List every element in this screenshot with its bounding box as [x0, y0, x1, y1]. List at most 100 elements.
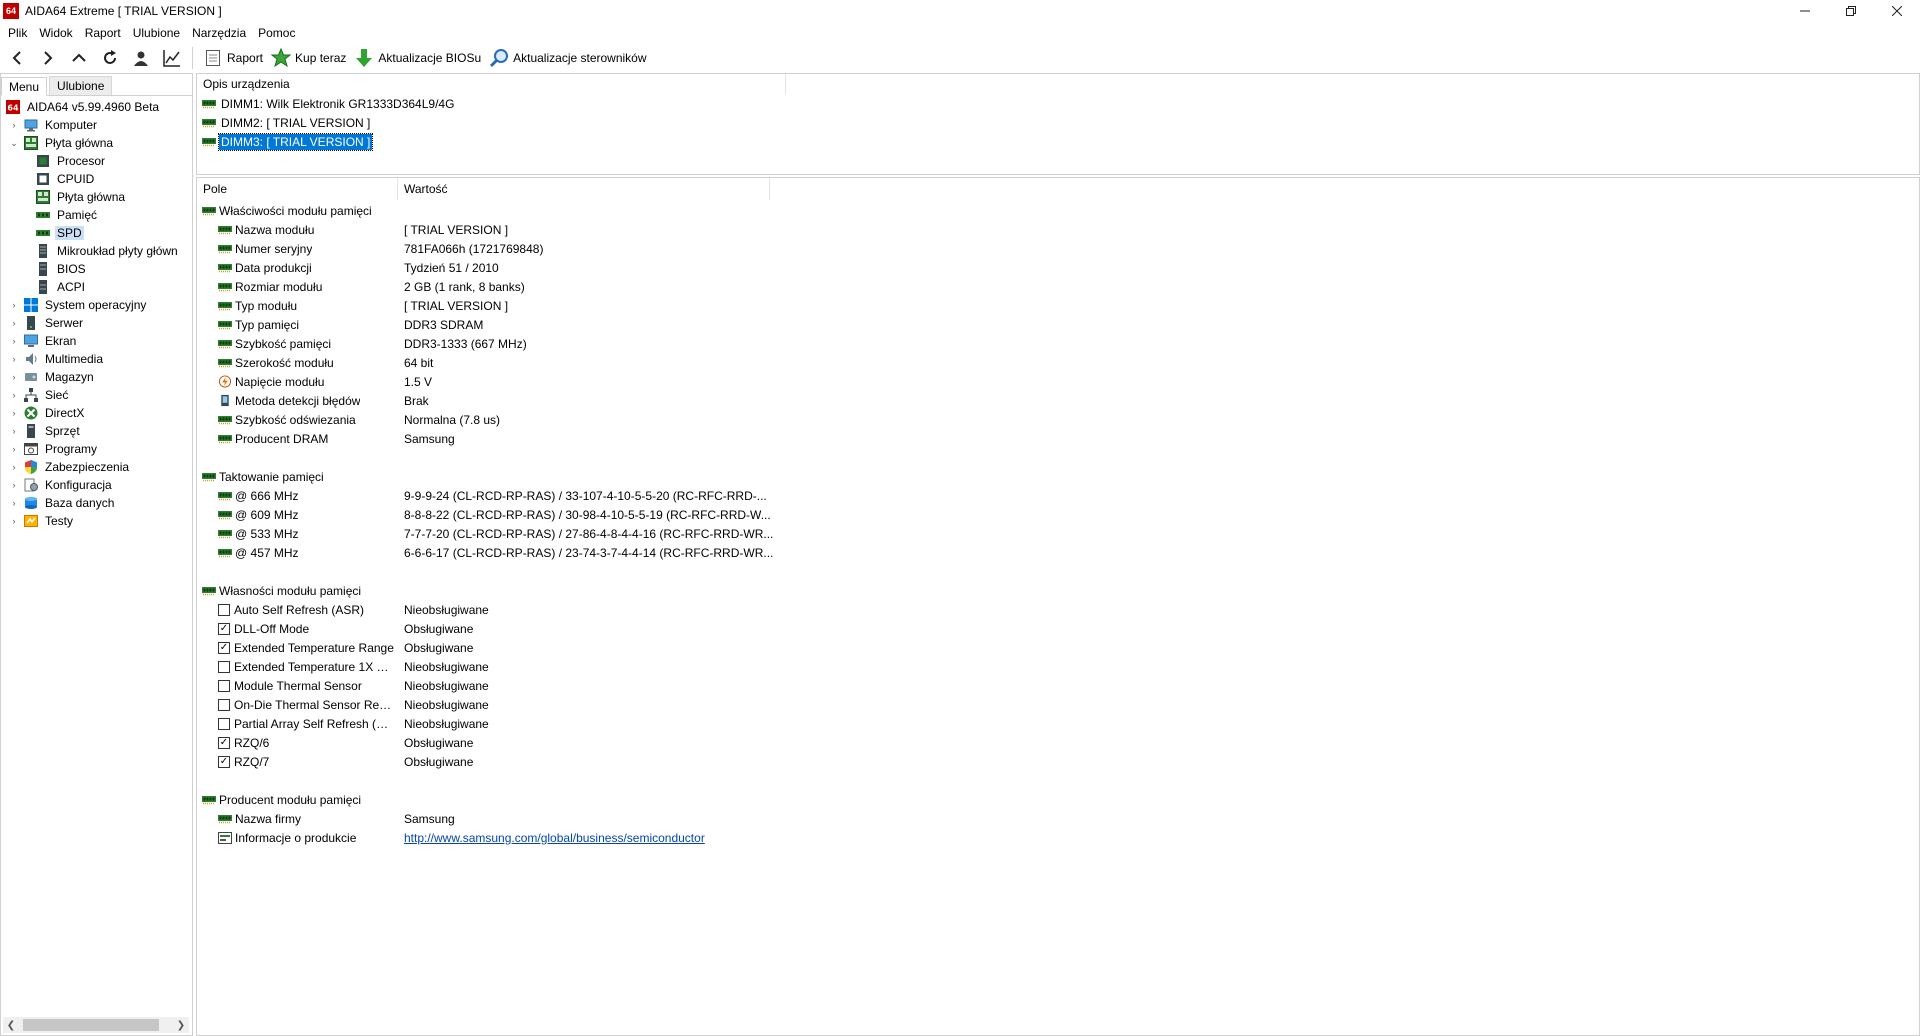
- tab-menu[interactable]: Menu: [1, 77, 48, 96]
- detail-row[interactable]: Szybkość odświezania Normalna (7.8 us): [197, 410, 1919, 429]
- expand-chevron-icon[interactable]: ›: [8, 317, 20, 329]
- tree-item-konfiguracja[interactable]: › Konfiguracja: [1, 476, 192, 494]
- menu-ulubione[interactable]: Ulubione: [127, 26, 186, 40]
- detail-row[interactable]: Typ pamięci DDR3 SDRAM: [197, 315, 1919, 334]
- detail-row[interactable]: Module Thermal Sensor Nieobsługiwane: [197, 676, 1919, 695]
- tree-item-testy[interactable]: › Testy: [1, 512, 192, 530]
- detail-row[interactable]: ✓ RZQ/6 Obsługiwane: [197, 733, 1919, 752]
- tree-item-acpi[interactable]: ACPI: [1, 278, 192, 296]
- detail-row[interactable]: ✓ Extended Temperature Range Obsługiwane: [197, 638, 1919, 657]
- expand-chevron-icon[interactable]: ›: [8, 335, 20, 347]
- detail-row[interactable]: Nazwa firmy Samsung: [197, 809, 1919, 828]
- detail-row[interactable]: On-Die Thermal Sensor Rea... Nieobsługiwa…: [197, 695, 1919, 714]
- user-button[interactable]: [127, 44, 155, 72]
- device-item-dimm2[interactable]: DIMM2: [ TRIAL VERSION ]: [197, 113, 1919, 132]
- tree-item-mikrouklad-plyty-glown[interactable]: Mikroukład płyty główn: [1, 242, 192, 260]
- tree-item-spd[interactable]: SPD: [1, 224, 192, 242]
- expand-chevron-icon[interactable]: ›: [8, 425, 20, 437]
- section-header[interactable]: Producent modułu pamięci: [197, 790, 1919, 809]
- expand-chevron-icon[interactable]: ›: [8, 515, 20, 527]
- tree-item-procesor[interactable]: Procesor: [1, 152, 192, 170]
- section-header[interactable]: Właściwości modułu pamięci: [197, 201, 1919, 220]
- tree-item-zabezpieczenia[interactable]: › Zabezpieczenia: [1, 458, 192, 476]
- expand-chevron-icon[interactable]: ›: [8, 353, 20, 365]
- scrollbar-thumb[interactable]: [23, 1019, 159, 1031]
- minimize-button[interactable]: [1782, 0, 1828, 22]
- bios-update-button[interactable]: Aktualizacje BIOSu: [352, 44, 487, 72]
- tree-item-system-operacyjny[interactable]: › System operacyjny: [1, 296, 192, 314]
- tree-item-plyta-glowna[interactable]: ⌄ Płyta główna: [1, 134, 192, 152]
- expand-chevron-icon[interactable]: ›: [8, 407, 20, 419]
- detail-row[interactable]: @ 533 MHz 7-7-7-20 (CL-RCD-RP-RAS) / 27-8…: [197, 524, 1919, 543]
- menu-pomoc[interactable]: Pomoc: [252, 26, 301, 40]
- section-header[interactable]: Własności modułu pamięci: [197, 581, 1919, 600]
- detail-row[interactable]: Auto Self Refresh (ASR) Nieobsługiwane: [197, 600, 1919, 619]
- tree-item-serwer[interactable]: › Serwer: [1, 314, 192, 332]
- detail-row[interactable]: Numer seryjny 781FA066h (1721769848): [197, 239, 1919, 258]
- refresh-button[interactable]: [96, 44, 124, 72]
- tree-item-siec[interactable]: › Sieć: [1, 386, 192, 404]
- detail-row[interactable]: ✓ RZQ/7 Obsługiwane: [197, 752, 1919, 771]
- detail-row[interactable]: Partial Array Self Refresh (PA... Nieobsł…: [197, 714, 1919, 733]
- menu-narzedzia[interactable]: Narzędzia: [186, 26, 252, 40]
- back-button[interactable]: [3, 44, 31, 72]
- restore-button[interactable]: [1828, 0, 1874, 22]
- tree-item-magazyn[interactable]: › Magazyn: [1, 368, 192, 386]
- detail-row[interactable]: Producent DRAM Samsung: [197, 429, 1919, 448]
- tree-item-pamiec[interactable]: Pamięć: [1, 206, 192, 224]
- expand-chevron-icon[interactable]: ›: [8, 479, 20, 491]
- expand-chevron-icon[interactable]: ›: [8, 497, 20, 509]
- detail-row[interactable]: @ 666 MHz 9-9-9-24 (CL-RCD-RP-RAS) / 33-1…: [197, 486, 1919, 505]
- detail-row[interactable]: Napięcie modułu 1.5 V: [197, 372, 1919, 391]
- collapse-chevron-icon[interactable]: ⌄: [8, 137, 20, 149]
- expand-chevron-icon[interactable]: ›: [8, 389, 20, 401]
- detail-row[interactable]: @ 457 MHz 6-6-6-17 (CL-RCD-RP-RAS) / 23-7…: [197, 543, 1919, 562]
- detail-row[interactable]: Data produkcji Tydzień 51 / 2010: [197, 258, 1919, 277]
- device-item-dimm1[interactable]: DIMM1: Wilk Elektronik GR1333D364L9/4G: [197, 94, 1919, 113]
- device-item-dimm3[interactable]: DIMM3: [ TRIAL VERSION ]: [197, 132, 1919, 151]
- value-column-header[interactable]: Wartość: [398, 178, 770, 200]
- tree-item-bios[interactable]: BIOS: [1, 260, 192, 278]
- product-info-link[interactable]: http://www.samsung.com/global/business/s…: [398, 831, 705, 845]
- detail-row[interactable]: Rozmiar modułu 2 GB (1 rank, 8 banks): [197, 277, 1919, 296]
- detail-row[interactable]: Extended Temperature 1X Re... Nieobsługiw…: [197, 657, 1919, 676]
- report-button[interactable]: Raport: [201, 44, 269, 72]
- expand-chevron-icon[interactable]: ›: [8, 461, 20, 473]
- tree-item-baza-danych[interactable]: › Baza danych: [1, 494, 192, 512]
- driver-update-button[interactable]: Aktualizacje sterowników: [487, 44, 652, 72]
- detail-row[interactable]: Szerokość modułu 64 bit: [197, 353, 1919, 372]
- forward-button[interactable]: [34, 44, 62, 72]
- scroll-left-icon[interactable]: ❮: [3, 1020, 19, 1031]
- detail-row[interactable]: Informacje o produkcie http://www.samsung…: [197, 828, 1919, 847]
- menu-raport[interactable]: Raport: [79, 26, 127, 40]
- menu-plik[interactable]: Plik: [2, 26, 33, 40]
- tree-item-ekran[interactable]: › Ekran: [1, 332, 192, 350]
- menu-widok[interactable]: Widok: [33, 26, 78, 40]
- expand-chevron-icon[interactable]: ›: [8, 371, 20, 383]
- tree-item-komputer[interactable]: › Komputer: [1, 116, 192, 134]
- tree-item-sprzet[interactable]: › Sprzęt: [1, 422, 192, 440]
- tree-item-multimedia[interactable]: › Multimedia: [1, 350, 192, 368]
- close-button[interactable]: [1874, 0, 1920, 22]
- up-button[interactable]: [65, 44, 93, 72]
- buy-now-button[interactable]: Kup teraz: [269, 44, 352, 72]
- expand-chevron-icon[interactable]: ›: [8, 299, 20, 311]
- horizontal-scrollbar[interactable]: ❮ ❯: [3, 1017, 189, 1033]
- tree-item-cpuid[interactable]: CPUID: [1, 170, 192, 188]
- expand-chevron-icon[interactable]: ›: [8, 443, 20, 455]
- scroll-right-icon[interactable]: ❯: [173, 1020, 189, 1031]
- tab-ulubione[interactable]: Ulubione: [49, 76, 113, 95]
- detail-row[interactable]: ✓ DLL-Off Mode Obsługiwane: [197, 619, 1919, 638]
- tree-item-programy[interactable]: › Programy: [1, 440, 192, 458]
- tree-item-plyta-glowna[interactable]: Płyta główna: [1, 188, 192, 206]
- device-description-column-header[interactable]: Opis urządzenia: [197, 73, 786, 94]
- expand-chevron-icon[interactable]: ›: [8, 119, 20, 131]
- detail-row[interactable]: Typ modułu [ TRIAL VERSION ]: [197, 296, 1919, 315]
- tree-item-aida64-v5-99-4960-beta[interactable]: 64 AIDA64 v5.99.4960 Beta: [1, 98, 192, 116]
- field-column-header[interactable]: Pole: [197, 178, 398, 200]
- detail-row[interactable]: Szybkość pamięci DDR3-1333 (667 MHz): [197, 334, 1919, 353]
- tree-item-directx[interactable]: › DirectX: [1, 404, 192, 422]
- section-header[interactable]: Taktowanie pamięci: [197, 467, 1919, 486]
- detail-row[interactable]: Metoda detekcji błędów Brak: [197, 391, 1919, 410]
- detail-row[interactable]: Nazwa modułu [ TRIAL VERSION ]: [197, 220, 1919, 239]
